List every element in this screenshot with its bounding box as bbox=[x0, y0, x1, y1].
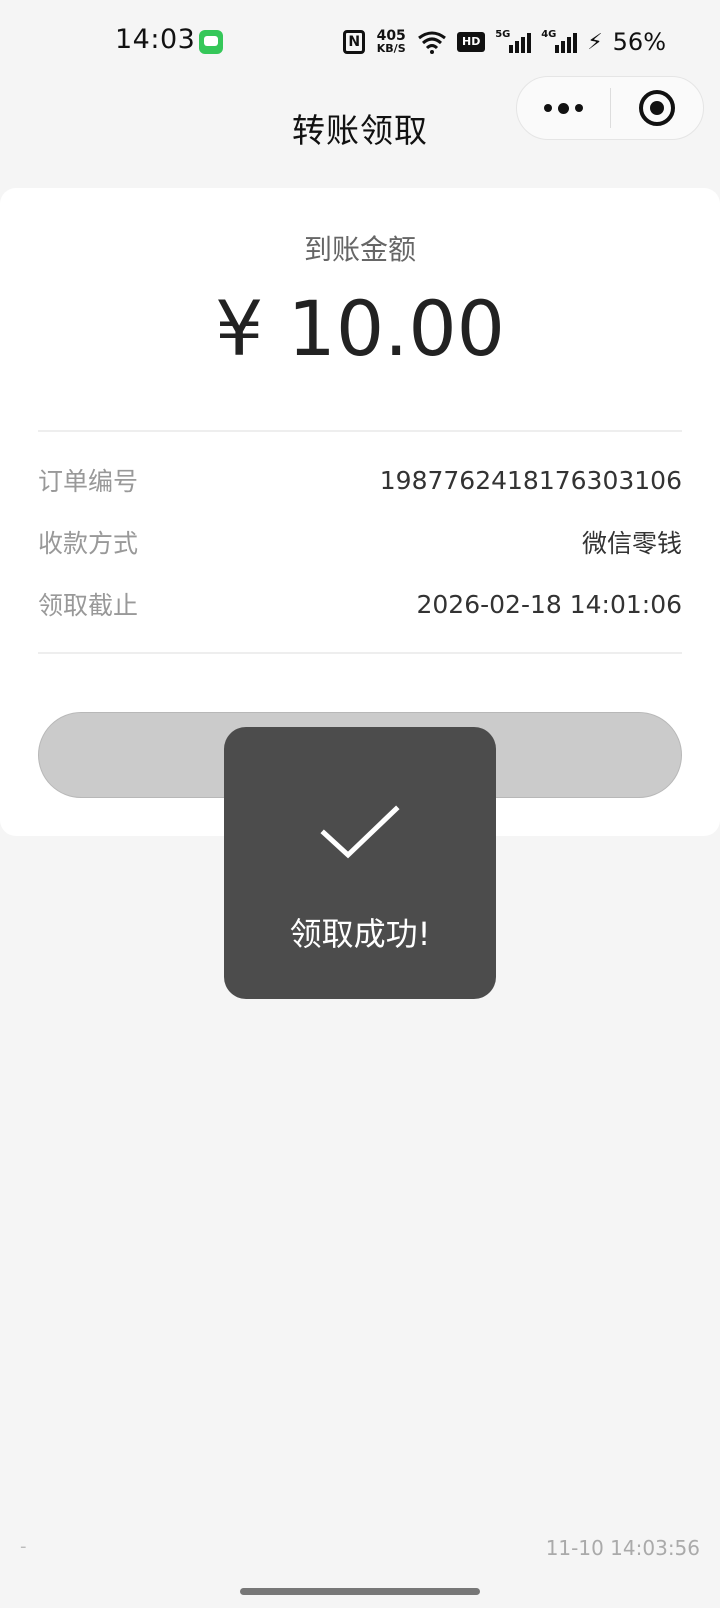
battery-level: 56% bbox=[612, 28, 666, 56]
success-toast: 领取成功! bbox=[224, 727, 496, 999]
home-indicator[interactable] bbox=[240, 1588, 480, 1595]
info-row-label: 领取截止 bbox=[38, 591, 139, 620]
divider bbox=[38, 652, 682, 654]
info-row-payment-method: 收款方式 微信零钱 bbox=[38, 522, 682, 562]
close-mini-program-button[interactable] bbox=[611, 76, 704, 140]
info-row-label: 订单编号 bbox=[38, 467, 139, 496]
more-button[interactable] bbox=[517, 76, 610, 140]
amount-label: 到账金额 bbox=[303, 233, 416, 266]
network-speed-unit: KB/S bbox=[376, 42, 406, 55]
signal-4g-tag: 4G bbox=[541, 29, 557, 40]
network-speed-value: 405 bbox=[376, 28, 406, 44]
info-row-order-number: 订单编号 1987762418176303106 bbox=[38, 460, 682, 500]
network-speed-indicator: 405 KB/S bbox=[375, 29, 407, 55]
checkmark-icon bbox=[320, 805, 400, 859]
info-row-label: 收款方式 bbox=[38, 529, 139, 558]
more-dot-icon bbox=[543, 104, 552, 112]
status-time: 14:03 bbox=[115, 24, 196, 55]
signal-4g-icon: 4G bbox=[541, 29, 578, 53]
mini-program-capsule bbox=[516, 76, 704, 140]
info-row-deadline: 领取截止 2026-02-18 14:01:06 bbox=[38, 584, 682, 624]
footer-left-text: - bbox=[20, 1536, 27, 1557]
signal-5g-icon: 5G bbox=[495, 29, 532, 53]
amount-value: ¥ 10.00 bbox=[214, 284, 506, 373]
target-icon bbox=[638, 90, 675, 126]
charging-icon: ⚡ bbox=[587, 29, 603, 55]
info-row-value: 1987762418176303106 bbox=[379, 465, 682, 495]
divider bbox=[38, 430, 682, 432]
nav-bar: 转账领取 bbox=[0, 76, 720, 164]
info-row-value: 2026-02-18 14:01:06 bbox=[416, 589, 682, 619]
footer-timestamp: 11-10 14:03:56 bbox=[545, 1536, 700, 1560]
wifi-icon bbox=[418, 31, 447, 54]
hd-voice-icon: HD bbox=[457, 32, 486, 52]
more-dot-icon bbox=[574, 104, 583, 112]
signal-5g-tag: 5G bbox=[495, 29, 511, 40]
status-icons: N 405 KB/S HD 5G 4G ⚡ 56% bbox=[343, 22, 666, 62]
nfc-icon: N bbox=[343, 30, 366, 54]
status-bar: 14:03 N 405 KB/S HD 5G 4G ⚡ 56% bbox=[0, 0, 720, 84]
message-app-icon bbox=[199, 30, 223, 54]
info-row-value: 微信零钱 bbox=[581, 529, 682, 558]
more-dot-icon bbox=[557, 102, 569, 114]
toast-message: 领取成功! bbox=[289, 915, 431, 953]
